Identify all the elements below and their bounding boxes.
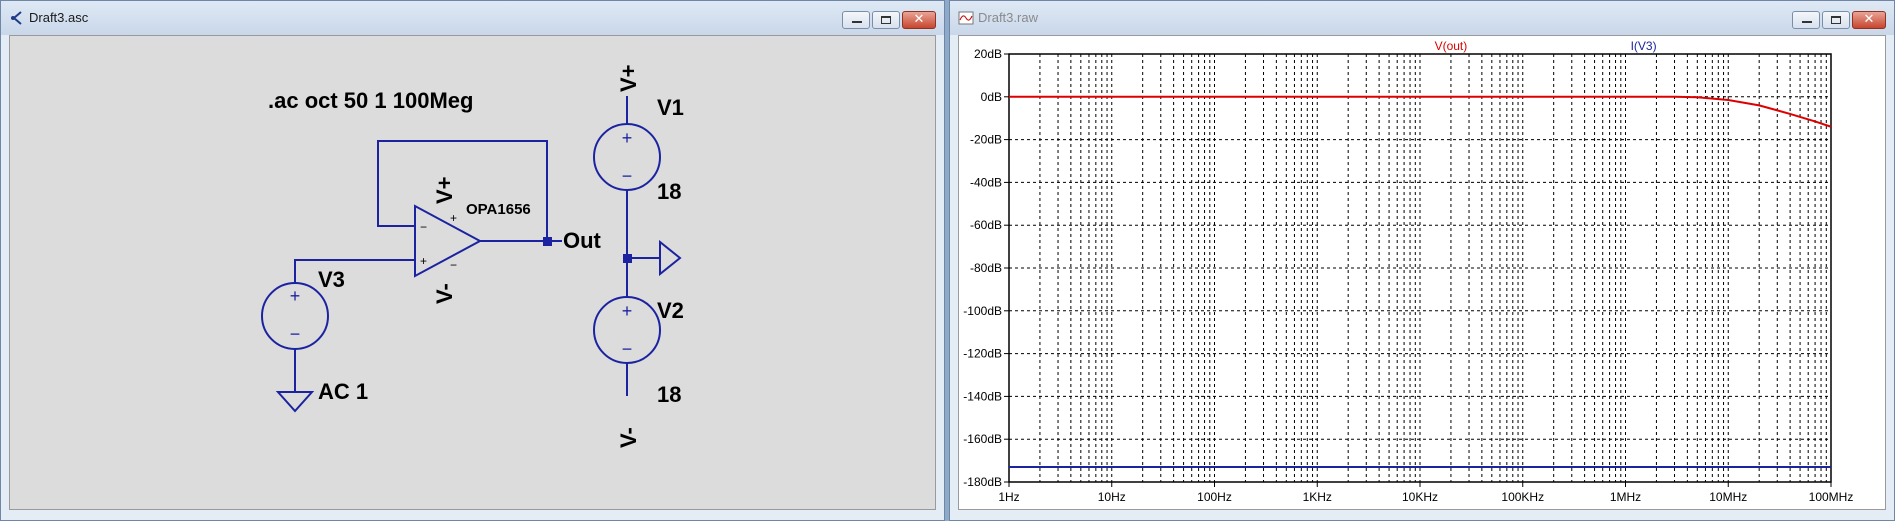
x-tick-label: 10Hz	[1098, 490, 1126, 504]
y-tick-label: -120dB	[963, 347, 1002, 361]
maximize-icon	[881, 16, 891, 24]
schematic-canvas[interactable]: + − + − + − − + + − .ac oct 50 1 100Meg …	[9, 35, 936, 510]
close-button[interactable]: ✕	[902, 11, 936, 29]
plot-window[interactable]: Draft3.raw ✕ 20dB 0dB -20dB -40dB -60dB -80dB…	[949, 0, 1895, 521]
noninverting-input-wire	[294, 259, 415, 284]
y-tick-label: -60dB	[970, 218, 1002, 232]
mid-ground-symbol	[659, 239, 682, 277]
x-tick-label: 100KHz	[1501, 490, 1544, 504]
waveform-icon	[958, 11, 974, 25]
x-tick-label: 1Hz	[998, 490, 1019, 504]
opamp-plus-pin: +	[420, 254, 427, 268]
trace-label[interactable]: I(V3)	[1631, 39, 1657, 53]
y-tick-label: -80dB	[970, 261, 1002, 275]
opamp-vminus-net[interactable]: V-	[432, 283, 457, 304]
opamp-minus-pin: −	[420, 220, 427, 234]
opamp-name-label[interactable]: OPA1656	[466, 201, 531, 218]
ltspice-schematic-icon	[11, 11, 22, 25]
maximize-button[interactable]	[872, 11, 900, 29]
out-junction	[543, 237, 552, 246]
v2-vminus-net[interactable]: V-	[616, 427, 641, 448]
schematic-drawing[interactable]: + − + − + − − + + − .ac oct 50 1 100Meg …	[10, 36, 937, 511]
plot-titlebar[interactable]: Draft3.raw ✕	[950, 1, 1894, 35]
close-icon: ✕	[1863, 12, 1875, 27]
y-tick-label: 20dB	[974, 47, 1002, 61]
x-tick-label: 1KHz	[1303, 490, 1332, 504]
out-net-label[interactable]: Out	[563, 228, 602, 253]
y-tick-label: 0dB	[981, 90, 1002, 104]
y-tick-label: -160dB	[963, 432, 1002, 446]
close-icon: ✕	[913, 12, 925, 27]
v2-name-label[interactable]: V2	[657, 298, 684, 323]
bode-plot[interactable]: 20dB 0dB -20dB -40dB -60dB -80dB -100dB -120dB -…	[959, 36, 1887, 511]
y-tick-label: -100dB	[963, 304, 1002, 318]
v2-value-label[interactable]: 18	[657, 382, 681, 407]
v3-name-label[interactable]: V3	[318, 267, 345, 292]
v3-ground-symbol	[275, 391, 315, 413]
v1-plus-mark: +	[622, 128, 633, 148]
mid-junction	[623, 254, 632, 263]
schematic-window[interactable]: Draft3.asc ✕ + − + − + − − + + − .ac oct…	[0, 0, 945, 521]
plot-title: Draft3.raw	[978, 10, 1038, 25]
x-tick-label: 10MHz	[1709, 490, 1747, 504]
maximize-button[interactable]	[1822, 11, 1850, 29]
ac-directive[interactable]: .ac oct 50 1 100Meg	[268, 88, 473, 113]
opamp-vminus-pin: −	[450, 258, 457, 272]
minimize-button[interactable]	[842, 11, 870, 29]
v3-plus-mark: +	[290, 286, 301, 306]
y-tick-label: -40dB	[970, 175, 1002, 189]
minimize-button[interactable]	[1792, 11, 1820, 29]
y-tick-label: -180dB	[963, 475, 1002, 489]
v1-name-label[interactable]: V1	[657, 95, 684, 120]
v2-minus-mark: −	[622, 339, 633, 359]
x-tick-label: 100MHz	[1809, 490, 1854, 504]
v2-plus-mark: +	[622, 301, 633, 321]
v1-minus-mark: −	[622, 166, 633, 186]
minimize-icon	[1802, 21, 1812, 23]
v1-value-label[interactable]: 18	[657, 179, 681, 204]
maximize-icon	[1831, 16, 1841, 24]
plot-pane[interactable]: 20dB 0dB -20dB -40dB -60dB -80dB -100dB -120dB -…	[958, 35, 1886, 510]
schematic-titlebar[interactable]: Draft3.asc ✕	[1, 1, 944, 35]
x-tick-label: 1MHz	[1610, 490, 1641, 504]
v1-vplus-net[interactable]: V+	[616, 64, 641, 92]
y-tick-label: -20dB	[970, 133, 1002, 147]
opamp-vplus-pin: +	[450, 211, 457, 225]
opamp-vplus-net[interactable]: V+	[432, 176, 457, 204]
close-button[interactable]: ✕	[1852, 11, 1886, 29]
v3-minus-mark: −	[290, 324, 301, 344]
v3-value-label[interactable]: AC 1	[318, 379, 368, 404]
x-tick-label: 100Hz	[1197, 490, 1232, 504]
y-tick-label: -140dB	[963, 389, 1002, 403]
trace-label[interactable]: V(out)	[1435, 39, 1468, 53]
x-tick-label: 10KHz	[1402, 490, 1438, 504]
schematic-title: Draft3.asc	[29, 10, 89, 25]
minimize-icon	[852, 21, 862, 23]
